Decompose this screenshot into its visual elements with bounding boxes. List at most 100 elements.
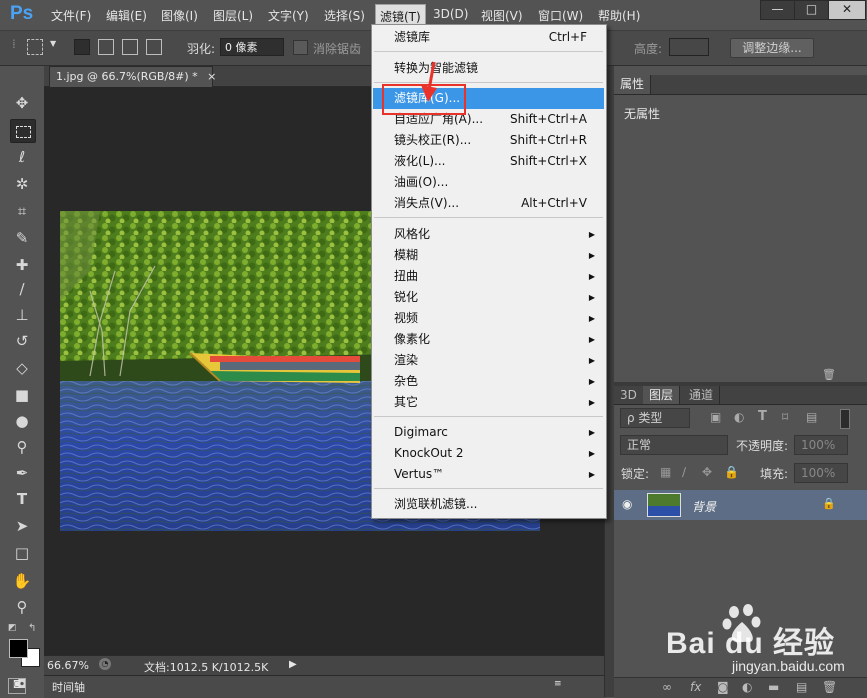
filter-adjustment-icon[interactable]: ◐ — [734, 410, 744, 424]
hand-tool-icon[interactable]: ✋ — [10, 570, 34, 592]
lasso-tool-icon[interactable]: ℓ — [10, 146, 34, 168]
fill-input[interactable]: 100% — [794, 463, 848, 483]
menu-item-browse-online-filters[interactable]: 浏览联机滤镜... — [373, 494, 604, 515]
menu-item-noise[interactable]: 杂色 ▶ — [373, 371, 604, 392]
adjustment-layer-icon[interactable]: ◐ — [742, 680, 752, 694]
foreground-color-swatch[interactable] — [9, 639, 28, 658]
tab-3d[interactable]: 3D — [614, 386, 644, 404]
blur-tool-icon[interactable]: ● — [10, 410, 34, 432]
intersect-selection-icon[interactable] — [146, 39, 162, 55]
menu-item-oil-paint[interactable]: 油画(O)... — [373, 172, 604, 193]
opacity-input[interactable]: 100% — [794, 435, 848, 455]
dodge-tool-icon[interactable]: ⚲ — [10, 436, 34, 458]
properties-trash-icon[interactable]: 🗑 — [822, 368, 836, 381]
eyedropper-tool-icon[interactable]: ✎ — [10, 227, 34, 249]
zoom-tool-icon[interactable]: ⚲ — [10, 596, 34, 618]
share-icon[interactable]: ◔ — [99, 658, 111, 670]
tab-properties[interactable]: 属性 — [614, 75, 652, 94]
new-selection-icon[interactable] — [74, 39, 90, 55]
layer-filter-select[interactable]: ρ 类型 — [620, 408, 690, 428]
antialias-checkbox[interactable] — [293, 40, 308, 55]
refine-edge-button[interactable]: 调整边缘... — [730, 38, 814, 58]
menu-item-vertus[interactable]: Vertus™ ▶ — [373, 464, 604, 485]
gradient-tool-icon[interactable]: ■ — [10, 384, 34, 406]
menu-item-lens-correction[interactable]: 镜头校正(R)... Shift+Ctrl+R — [373, 130, 604, 151]
menu-view[interactable]: 视图(V) — [481, 7, 523, 24]
link-layers-icon[interactable]: ∞ — [662, 680, 672, 694]
menu-item-liquify[interactable]: 液化(L)... Shift+Ctrl+X — [373, 151, 604, 172]
timeline-label[interactable]: 时间轴 — [52, 679, 85, 695]
menu-layer[interactable]: 图层(L) — [213, 7, 253, 24]
menu-3d[interactable]: 3D(D) — [433, 7, 468, 21]
menu-item-other[interactable]: 其它 ▶ — [373, 392, 604, 413]
filter-smart-object-icon[interactable]: ▤ — [806, 410, 817, 424]
feather-input[interactable]: 0 像素 — [220, 38, 284, 56]
menu-window[interactable]: 窗口(W) — [538, 7, 583, 24]
new-layer-icon[interactable]: ▤ — [796, 680, 807, 694]
menu-item-pixelate[interactable]: 像素化 ▶ — [373, 329, 604, 350]
maximize-button[interactable]: □ — [794, 0, 829, 20]
path-selection-tool-icon[interactable]: ➤ — [10, 515, 34, 537]
menu-item-distort[interactable]: 扭曲 ▶ — [373, 266, 604, 287]
marquee-tool-preset-icon[interactable] — [27, 39, 43, 55]
menu-item-convert-smart-filters[interactable]: 转换为智能滤镜 — [373, 58, 604, 79]
layer-name[interactable]: 背景 — [692, 498, 716, 515]
layer-visibility-eye-icon[interactable]: ◉ — [622, 497, 632, 511]
close-window-button[interactable]: ✕ — [828, 0, 866, 20]
height-input[interactable] — [669, 38, 709, 56]
healing-brush-tool-icon[interactable]: ✚ — [10, 254, 34, 276]
layer-style-icon[interactable]: fx — [690, 680, 701, 694]
lock-pixels-icon[interactable]: ∕ — [682, 465, 686, 479]
tab-channels[interactable]: 通道 — [683, 386, 721, 404]
menu-item-vanishing-point[interactable]: 消失点(V)... Alt+Ctrl+V — [373, 193, 604, 214]
menu-image[interactable]: 图像(I) — [161, 7, 198, 24]
filter-pixel-icon[interactable]: ▣ — [710, 410, 721, 424]
new-group-icon[interactable]: ▬ — [768, 680, 779, 694]
menu-item-last-filter[interactable]: 滤镜库 Ctrl+F — [373, 27, 604, 48]
document-tab[interactable]: 1.jpg @ 66.7%(RGB/8#) * × — [49, 66, 216, 87]
magic-wand-tool-icon[interactable]: ✲ — [10, 173, 34, 195]
menu-item-sharpen[interactable]: 锐化 ▶ — [373, 287, 604, 308]
add-to-selection-icon[interactable] — [98, 39, 114, 55]
status-menu-arrow-icon[interactable]: ▶ — [289, 659, 297, 670]
menu-help[interactable]: 帮助(H) — [598, 7, 640, 24]
timeline-menu-icon[interactable]: ≡ — [554, 679, 562, 689]
menu-item-video[interactable]: 视频 ▶ — [373, 308, 604, 329]
subtract-from-selection-icon[interactable] — [122, 39, 138, 55]
menu-select[interactable]: 选择(S) — [324, 7, 365, 24]
menu-edit[interactable]: 编辑(E) — [106, 7, 147, 24]
menu-item-render[interactable]: 渲染 ▶ — [373, 350, 604, 371]
menu-item-blur[interactable]: 模糊 ▶ — [373, 245, 604, 266]
tab-layers[interactable]: 图层 — [643, 386, 681, 404]
eraser-tool-icon[interactable]: ◇ — [10, 357, 34, 379]
move-tool-icon[interactable]: ✥ — [10, 92, 34, 114]
minimize-button[interactable]: — — [760, 0, 795, 20]
preset-dropdown-arrow-icon[interactable]: ▼ — [50, 39, 56, 48]
menu-item-digimarc[interactable]: Digimarc ▶ — [373, 422, 604, 443]
rectangle-tool-icon[interactable]: □ — [10, 542, 34, 564]
clone-stamp-tool-icon[interactable]: ⊥ — [10, 304, 34, 326]
lock-transparent-icon[interactable]: ▦ — [660, 465, 671, 479]
brush-tool-icon[interactable]: ∕ — [10, 278, 34, 300]
filter-toggle[interactable] — [840, 409, 850, 429]
rectangular-marquee-tool-icon[interactable] — [10, 119, 36, 143]
blend-mode-select[interactable]: 正常 — [620, 435, 728, 455]
layer-row-background[interactable]: ◉ 背景 🔒 — [614, 490, 867, 520]
default-colors-icon[interactable]: ◩ — [8, 623, 17, 633]
filter-type-icon[interactable]: T — [758, 409, 767, 424]
type-tool-icon[interactable]: T — [10, 488, 34, 510]
swap-colors-icon[interactable]: ↰ — [28, 623, 36, 634]
add-mask-icon[interactable]: ◙ — [717, 680, 729, 694]
delete-layer-icon[interactable]: 🗑 — [822, 680, 837, 694]
menu-file[interactable]: 文件(F) — [51, 7, 91, 24]
close-tab-icon[interactable]: × — [207, 70, 216, 83]
lock-position-icon[interactable]: ✥ — [702, 465, 712, 479]
menu-item-knockout[interactable]: KnockOut 2 ▶ — [373, 443, 604, 464]
filter-shape-icon[interactable]: ⌑ — [782, 410, 788, 424]
zoom-level[interactable]: 66.67% — [47, 659, 89, 672]
timeline-icon[interactable]: ◙ — [8, 678, 26, 694]
history-brush-tool-icon[interactable]: ↺ — [10, 330, 34, 352]
crop-tool-icon[interactable]: ⌗ — [10, 200, 34, 222]
lock-all-icon[interactable]: 🔒 — [724, 465, 739, 479]
pen-tool-icon[interactable]: ✒ — [10, 462, 34, 484]
